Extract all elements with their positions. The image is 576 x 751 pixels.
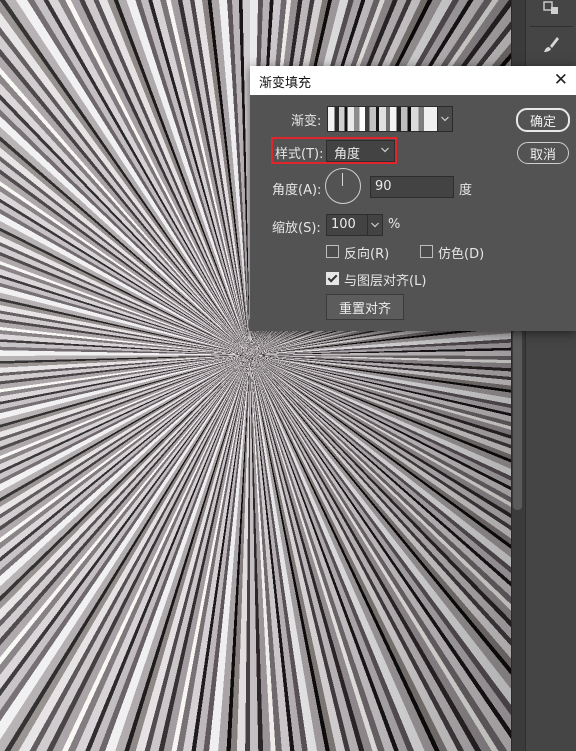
gradient-picker[interactable] — [327, 106, 453, 132]
angle-unit: 度 — [459, 183, 473, 198]
scale-label: 缩放(S): — [272, 221, 321, 236]
dialog-titlebar[interactable]: 渐变填充 ✕ — [250, 66, 576, 95]
close-icon[interactable]: ✕ — [554, 70, 568, 90]
style-select[interactable]: 角度 — [326, 140, 395, 162]
scale-input-value: 100 — [331, 217, 356, 232]
dither-label[interactable]: 仿色(D) — [438, 243, 484, 262]
angle-dial-hand — [342, 173, 343, 186]
cancel-button[interactable]: 取消 — [517, 142, 569, 164]
align-with-layer-label[interactable]: 与图层对齐(L) — [344, 270, 426, 289]
chevron-down-icon — [381, 144, 389, 160]
reset-align-button[interactable]: 重置对齐 — [326, 294, 404, 320]
angle-input-value: 90 — [375, 179, 392, 194]
gradient-swatch[interactable] — [328, 107, 437, 131]
angle-dial[interactable] — [325, 168, 361, 204]
dither-checkbox[interactable] — [420, 245, 433, 258]
align-with-layer-checkbox[interactable] — [326, 272, 339, 285]
angle-input[interactable]: 90 — [370, 176, 454, 198]
panel-icon[interactable] — [534, 0, 568, 24]
ok-button[interactable]: 确定 — [516, 108, 570, 132]
chevron-down-icon[interactable] — [367, 215, 382, 235]
angle-label: 角度(A): — [272, 183, 322, 198]
scale-input[interactable]: 100 — [326, 214, 383, 236]
chevron-down-icon[interactable] — [437, 107, 452, 131]
gradient-label: 渐变: — [291, 114, 322, 129]
dialog-title: 渐变填充 — [259, 76, 312, 91]
style-select-value: 角度 — [334, 147, 361, 162]
reverse-checkbox[interactable] — [326, 245, 339, 258]
gradient-fill-dialog: 渐变填充 ✕ 渐变: 确定 取消 样式(T): 角度 角度(A): 90 度 缩… — [250, 66, 576, 331]
toolbar-divider — [530, 26, 573, 27]
style-label: 样式(T): — [275, 147, 324, 162]
vertical-scrollbar-thumb[interactable] — [513, 330, 522, 510]
reverse-label[interactable]: 反向(R) — [344, 243, 389, 262]
brush-icon[interactable] — [534, 28, 568, 62]
scale-unit: % — [388, 217, 401, 232]
